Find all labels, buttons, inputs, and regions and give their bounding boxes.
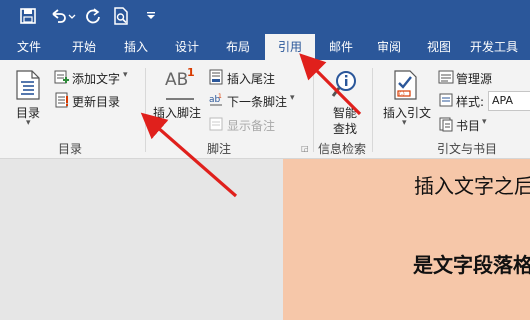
bibliography-dropdown-icon[interactable]: ▾ xyxy=(482,117,487,127)
footnotes-dialog-launcher-icon[interactable]: ◲ xyxy=(301,144,309,153)
next-footnote-icon: ab 1 xyxy=(208,92,224,111)
tab-insert[interactable]: 插入 xyxy=(112,34,160,60)
tab-design[interactable]: 设计 xyxy=(163,34,211,60)
ribbon-panel: 目录 ▾ 添加文字 ▾ 更新目录 目录 AB 1 插入脚注 插入尾注 ab 1 下… xyxy=(0,60,530,159)
svg-text:1: 1 xyxy=(218,93,222,100)
save-icon[interactable] xyxy=(16,6,40,26)
research-group-label: 信息检索 xyxy=(318,142,367,156)
tab-file[interactable]: 文件 xyxy=(6,34,52,60)
svg-text:(-): (-) xyxy=(399,92,405,98)
citations-group-label: 引文与书目 xyxy=(437,142,498,156)
smart-lookup-label-2[interactable]: 查找 xyxy=(333,120,357,137)
group-separator xyxy=(372,68,373,152)
insert-endnote-button[interactable]: 插入尾注 xyxy=(227,70,275,87)
quick-access-toolbar xyxy=(0,0,530,34)
update-toc-icon xyxy=(54,92,70,111)
manage-sources-icon xyxy=(438,69,454,88)
toc-dropdown-icon[interactable]: ▾ xyxy=(26,118,31,128)
document-text-line-1[interactable]: 插入文字之后 xyxy=(414,170,530,199)
document-background xyxy=(0,159,283,320)
group-separator xyxy=(313,68,314,152)
add-text-dropdown-icon[interactable]: ▾ xyxy=(123,70,128,80)
toc-icon[interactable] xyxy=(15,70,41,103)
manage-sources-button[interactable]: 管理源 xyxy=(456,70,492,87)
document-text-line-2[interactable]: 是文字段落格式 xyxy=(413,249,530,278)
tab-developer[interactable]: 开发工具 xyxy=(470,34,530,60)
redo-icon[interactable] xyxy=(82,6,104,26)
tab-mailings[interactable]: 邮件 xyxy=(318,34,364,60)
document-text-area: 插入文字之后 是文字段落格式 xyxy=(283,159,530,320)
tab-home[interactable]: 开始 xyxy=(60,34,108,60)
style-label: 样式: xyxy=(456,95,485,109)
print-preview-icon[interactable] xyxy=(110,6,132,26)
next-footnote-dropdown-icon[interactable]: ▾ xyxy=(290,93,295,103)
customize-qat-icon[interactable] xyxy=(144,6,158,26)
smart-lookup-icon[interactable] xyxy=(331,70,359,103)
insert-citation-button[interactable]: 插入引文 xyxy=(383,104,431,121)
tab-view[interactable]: 视图 xyxy=(416,34,462,60)
tab-review[interactable]: 审阅 xyxy=(366,34,412,60)
show-notes-icon xyxy=(208,116,224,135)
insert-footnote-button[interactable]: 插入脚注 xyxy=(153,104,201,121)
bibliography-button[interactable]: 书目 xyxy=(456,117,480,134)
insert-endnote-icon xyxy=(208,69,224,88)
ribbon-tabs: 文件 开始 插入 设计 布局 引用 邮件 审阅 视图 开发工具 xyxy=(0,34,530,60)
add-text-button[interactable]: 添加文字 xyxy=(72,70,120,87)
next-footnote-button[interactable]: 下一条脚注 xyxy=(227,93,287,110)
style-select-value: APA xyxy=(492,94,513,107)
update-toc-button[interactable]: 更新目录 xyxy=(72,93,120,110)
bibliography-icon xyxy=(438,116,454,135)
show-notes-button[interactable]: 显示备注 xyxy=(227,117,275,134)
tab-references[interactable]: 引用 xyxy=(265,34,315,60)
footnote-ab-glyph: AB xyxy=(165,70,189,90)
smart-lookup-label-1[interactable]: 智能 xyxy=(333,104,357,121)
footnotes-group-label: 脚注 xyxy=(207,142,232,156)
footnote-superscript-glyph: 1 xyxy=(187,66,195,79)
group-separator xyxy=(145,68,146,152)
insert-citation-icon[interactable]: (-) xyxy=(392,69,420,104)
style-icon xyxy=(438,92,454,111)
undo-icon[interactable] xyxy=(48,6,78,26)
tab-layout[interactable]: 布局 xyxy=(214,34,262,60)
style-select[interactable]: APA xyxy=(488,91,530,111)
toc-group-label: 目录 xyxy=(58,142,83,156)
insert-citation-dropdown-icon[interactable]: ▾ xyxy=(402,118,407,128)
add-text-icon xyxy=(54,69,70,88)
